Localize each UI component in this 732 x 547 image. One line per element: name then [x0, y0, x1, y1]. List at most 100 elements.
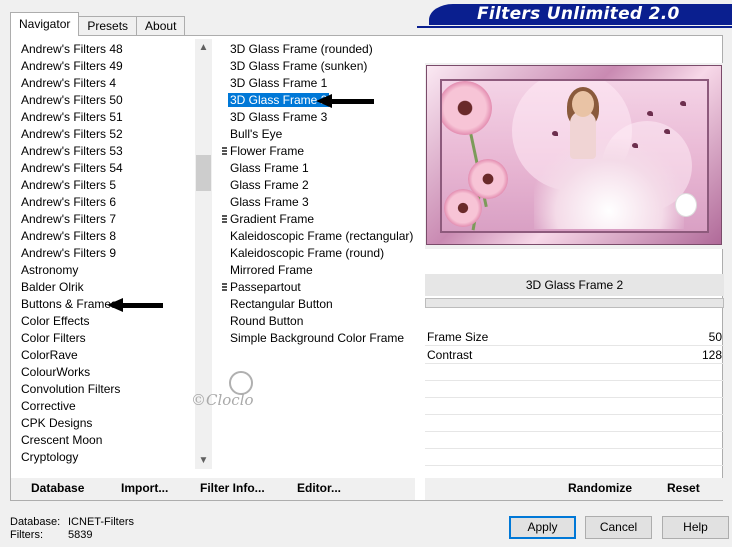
editor-button[interactable]: Editor... — [297, 481, 341, 495]
chevron-up-icon[interactable]: ▲ — [195, 39, 212, 56]
category-item[interactable]: Andrew's Filters 48 — [21, 41, 197, 58]
category-item[interactable]: Balder Olrik — [21, 279, 197, 296]
figure-head — [572, 91, 594, 117]
butterfly-icon — [647, 111, 653, 116]
grip-icon — [222, 215, 227, 224]
category-item[interactable]: Color Filters — [21, 330, 197, 347]
category-item[interactable]: Cryptology — [21, 449, 197, 466]
category-item[interactable]: Corrective — [21, 398, 197, 415]
filter-item[interactable]: Round Button — [222, 313, 416, 330]
tab-about[interactable]: About — [136, 16, 186, 36]
butterfly-icon — [664, 129, 670, 134]
database-label: Database: — [10, 516, 61, 528]
filter-item[interactable]: 3D Glass Frame 1 — [222, 75, 416, 92]
category-item[interactable]: ColorRave — [21, 347, 197, 364]
filter-item-label: Mirrored Frame — [230, 263, 313, 277]
tab-bar: Navigator Presets About — [10, 12, 186, 36]
filters-label: Filters: — [10, 529, 43, 541]
category-item[interactable]: Andrew's Filters 6 — [21, 194, 197, 211]
app-title-banner: Filters Unlimited 2.0 — [429, 4, 732, 25]
filter-item-label: Flower Frame — [230, 144, 305, 158]
filter-item[interactable]: Glass Frame 3 — [222, 194, 416, 211]
reset-button[interactable]: Reset — [667, 481, 700, 495]
slider-empty-slot — [425, 449, 724, 466]
preview-toolbar: Randomize Reset — [425, 478, 724, 500]
help-button[interactable]: Help — [662, 516, 729, 539]
import-button[interactable]: Import... — [121, 481, 168, 495]
slider-value: 128 — [701, 348, 722, 362]
category-item[interactable]: Andrew's Filters 7 — [21, 211, 197, 228]
filter-item[interactable]: Glass Frame 1 — [222, 160, 416, 177]
category-item[interactable]: ColourWorks — [21, 364, 197, 381]
preview-area — [425, 63, 724, 249]
parameter-sliders: Frame Size 50 Contrast 128 — [425, 328, 724, 466]
scroll-thumb[interactable] — [196, 155, 211, 191]
database-value: ICNET-Filters — [68, 516, 134, 528]
slider-contrast[interactable]: Contrast 128 — [425, 346, 724, 364]
category-item[interactable]: Andrew's Filters 52 — [21, 126, 197, 143]
category-item[interactable]: Andrew's Filters 49 — [21, 58, 197, 75]
filter-item[interactable]: Rectangular Button — [222, 296, 416, 313]
category-item[interactable]: Color Effects — [21, 313, 197, 330]
filter-info-button[interactable]: Filter Info... — [200, 481, 265, 495]
butterfly-icon — [632, 143, 638, 148]
database-info: Database: ICNET-Filters Filters: 5839 — [10, 516, 134, 542]
chevron-down-icon[interactable]: ▼ — [195, 452, 212, 469]
grip-icon — [222, 283, 227, 292]
filter-item[interactable]: Mirrored Frame — [222, 262, 416, 279]
tab-presets[interactable]: Presets — [78, 16, 138, 36]
toy-sheep — [675, 193, 697, 217]
database-button[interactable]: Database — [31, 481, 84, 495]
filter-item[interactable]: 3D Glass Frame (rounded) — [222, 41, 416, 58]
filter-item[interactable]: Gradient Frame — [222, 211, 416, 228]
category-list[interactable]: Andrew's Filters 48 Andrew's Filters 49 … — [21, 41, 197, 466]
category-item[interactable]: Andrew's Filters 4 — [21, 75, 197, 92]
filter-item-label: Glass Frame 1 — [230, 161, 309, 175]
filter-item[interactable]: Simple Background Color Frame — [222, 330, 416, 347]
filter-item[interactable]: Flower Frame — [222, 143, 416, 160]
category-item[interactable]: Crescent Moon — [21, 432, 197, 449]
slider-frame-size[interactable]: Frame Size 50 — [425, 328, 724, 346]
watermark: ©Cloclo — [191, 391, 254, 409]
pointer-arrow-icon — [316, 94, 374, 108]
slider-value: 50 — [708, 330, 722, 344]
apply-button[interactable]: Apply — [509, 516, 576, 539]
list-toolbar: Database Import... Filter Info... Editor… — [11, 478, 415, 500]
cancel-button[interactable]: Cancel — [585, 516, 652, 539]
filter-item[interactable]: 3D Glass Frame 3 — [222, 109, 416, 126]
category-item[interactable]: Andrew's Filters 51 — [21, 109, 197, 126]
category-item[interactable]: Andrew's Filters 8 — [21, 228, 197, 245]
randomize-button[interactable]: Randomize — [568, 481, 632, 495]
slider-empty-slot — [425, 364, 724, 381]
filter-item-label: Rectangular Button — [230, 297, 333, 311]
category-item[interactable]: CPK Designs — [21, 415, 197, 432]
category-item[interactable]: Andrew's Filters 54 — [21, 160, 197, 177]
category-item[interactable]: Andrew's Filters 50 — [21, 92, 197, 109]
slider-empty-slot — [425, 415, 724, 432]
category-item[interactable]: Andrew's Filters 5 — [21, 177, 197, 194]
butterfly-icon — [680, 101, 686, 106]
figure-dress — [534, 139, 684, 229]
filter-item-label: 3D Glass Frame 2 — [228, 93, 330, 107]
filter-item[interactable]: Kaleidoscopic Frame (round) — [222, 245, 416, 262]
flower-icon — [444, 189, 482, 227]
filter-item[interactable]: Kaleidoscopic Frame (rectangular) — [222, 228, 416, 245]
category-item[interactable]: Andrew's Filters 9 — [21, 245, 197, 262]
navigator-panel: Andrew's Filters 48 Andrew's Filters 49 … — [10, 35, 724, 501]
filter-item[interactable]: 3D Glass Frame (sunken) — [222, 58, 416, 75]
filter-list[interactable]: 3D Glass Frame (rounded) 3D Glass Frame … — [222, 41, 416, 347]
filter-item[interactable]: Glass Frame 2 — [222, 177, 416, 194]
filter-item-label: 3D Glass Frame 3 — [230, 110, 328, 124]
slider-empty-slot — [425, 381, 724, 398]
slider-empty-slot — [425, 398, 724, 415]
filter-item[interactable]: Passepartout — [222, 279, 416, 296]
filter-item-label: Gradient Frame — [230, 212, 315, 226]
grip-icon — [222, 147, 227, 156]
filter-item-label: Simple Background Color Frame — [230, 331, 405, 345]
filter-item[interactable]: Bull's Eye — [222, 126, 416, 143]
tab-navigator[interactable]: Navigator — [10, 12, 80, 36]
banner-underline — [417, 26, 732, 28]
category-item[interactable]: Andrew's Filters 53 — [21, 143, 197, 160]
category-item[interactable]: Convolution Filters — [21, 381, 197, 398]
category-item[interactable]: Astronomy — [21, 262, 197, 279]
